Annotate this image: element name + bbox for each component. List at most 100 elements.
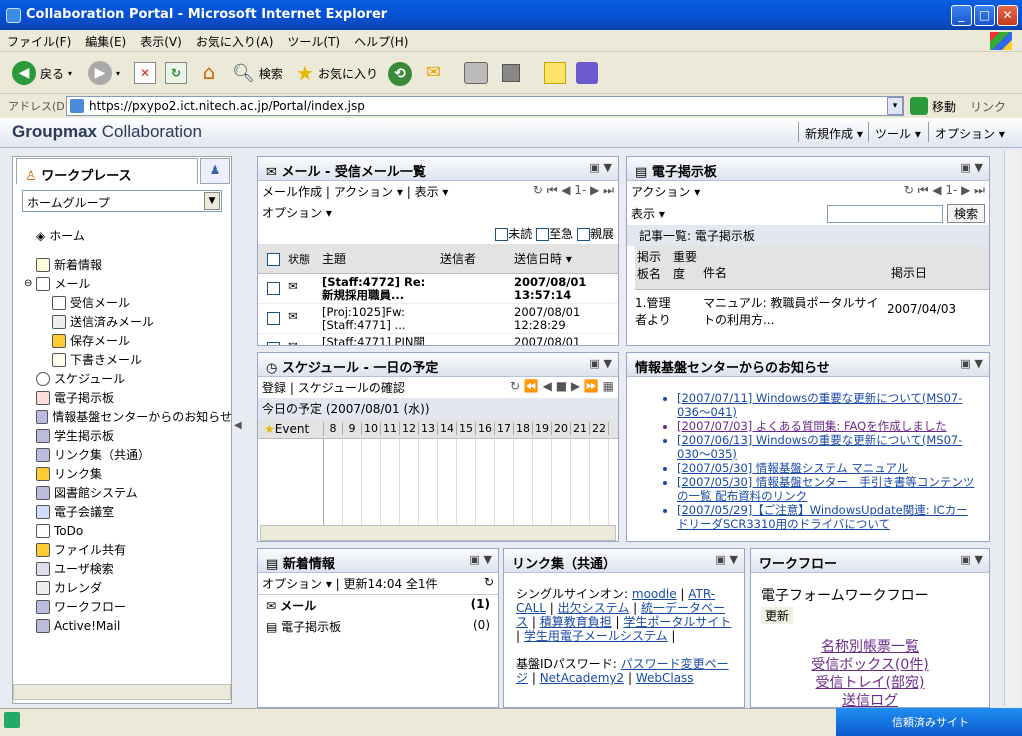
schedule-grid[interactable]: [258, 439, 618, 525]
tree-item-news[interactable]: 新着情報: [22, 255, 232, 274]
status-column[interactable]: 状態: [288, 251, 316, 267]
messenger-icon[interactable]: [576, 62, 598, 84]
mail-action-menu[interactable]: アクション ▾: [334, 185, 403, 199]
tree-item-workflow[interactable]: ワークフロー: [22, 597, 232, 616]
home-icon[interactable]: ⌂: [197, 60, 221, 84]
compose-mail-button[interactable]: メール作成: [262, 185, 322, 199]
list-item[interactable]: [2007/06/13] Windowsの重要な更新について(MS07-030～…: [677, 433, 975, 461]
panel-menu-icon[interactable]: ▣ ▼: [960, 553, 983, 566]
tree-item-saved[interactable]: 保存メール: [22, 331, 232, 350]
close-button[interactable]: ✕: [997, 5, 1018, 26]
panel-menu-icon[interactable]: ▣ ▼: [589, 161, 612, 174]
workflow-refresh-button[interactable]: 更新: [761, 607, 794, 624]
maximize-button[interactable]: □: [974, 5, 995, 26]
tree-item-home[interactable]: ◈ ホーム: [22, 226, 232, 245]
go-button[interactable]: 移動: [910, 96, 956, 116]
tree-item-calendar[interactable]: カレンダ: [22, 578, 232, 597]
mail-pager[interactable]: ↻ ⏮ ◀ 1- ▶ ⏭: [533, 183, 614, 198]
menu-edit[interactable]: 編集(E): [78, 30, 133, 50]
mail-options-menu[interactable]: オプション ▾: [262, 206, 332, 220]
list-item[interactable]: [2007/05/30] 情報基盤センター 手引き書等コンテンツの一覧 配布資料…: [677, 475, 975, 503]
group-select-arrow[interactable]: ▼: [204, 192, 220, 210]
row-checkbox[interactable]: [266, 282, 280, 295]
mail-subject[interactable]: [Proj:1025]Fw: [Staff:4771] ...: [316, 304, 436, 333]
tree-item-drafts[interactable]: 下書きメール: [22, 350, 232, 369]
edit-icon[interactable]: [502, 64, 520, 82]
list-item[interactable]: ✉ メール (1): [258, 594, 498, 616]
select-all-checkbox[interactable]: [266, 252, 280, 266]
tree-item-student-bbs[interactable]: 学生掲示板: [22, 426, 232, 445]
bbs-search-button[interactable]: 検索: [946, 204, 985, 223]
title-column[interactable]: 件名: [699, 246, 887, 289]
table-row[interactable]: ✉ [Staff:4772] Re: 新規採用職員... 2007/08/01 13…: [258, 274, 618, 304]
mail-icon[interactable]: ✉: [426, 62, 452, 84]
search-button[interactable]: 🔍︎ 検索: [232, 60, 283, 86]
schedule-check-button[interactable]: スケジュールの確認: [298, 381, 405, 395]
left-horizontal-scrollbar[interactable]: [13, 684, 231, 700]
link-student-mail[interactable]: 学生用電子メールシステム: [524, 629, 668, 643]
mail-subject[interactable]: [Staff:4772] Re: 新規採用職員...: [316, 274, 436, 303]
links-label[interactable]: リンク: [970, 98, 1006, 115]
row-checkbox[interactable]: [266, 342, 280, 345]
schedule-scrollbar[interactable]: [260, 525, 616, 541]
link-student-portal[interactable]: 学生ポータルサイト: [623, 615, 731, 629]
menu-file[interactable]: ファイル(F): [0, 30, 78, 50]
bbs-pager[interactable]: ↻ ⏮ ◀ 1- ▶ ⏭: [904, 183, 985, 198]
tree-item-user-search[interactable]: ユーザ検索: [22, 559, 232, 578]
table-row[interactable]: ✉ [Proj:1025]Fw: [Staff:4771] ... 2007/08/…: [258, 304, 618, 334]
urgent-checkbox[interactable]: [536, 228, 550, 241]
tree-item-meeting-room[interactable]: 電子会議室: [22, 502, 232, 521]
tree-item-inbox[interactable]: 受信メール: [22, 293, 232, 312]
importance-column[interactable]: 重要度: [671, 246, 699, 289]
board-column[interactable]: 掲示板名: [635, 246, 671, 289]
subject-column[interactable]: 主題: [316, 250, 436, 267]
minimize-button[interactable]: _: [951, 5, 972, 26]
link-attendance[interactable]: 出欠システム: [558, 601, 630, 615]
tree-item-links[interactable]: リンク集: [22, 464, 232, 483]
table-row[interactable]: ✉ [Staff:4771] PIN開発部門... 2007/08/01 12:15…: [258, 334, 618, 346]
confidential-checkbox[interactable]: [576, 228, 590, 241]
panel-menu-icon[interactable]: ▣ ▼: [469, 553, 492, 566]
link-webclass[interactable]: WebClass: [636, 671, 694, 685]
refresh-icon[interactable]: ↻: [165, 62, 187, 84]
tree-item-center-notice[interactable]: 情報基盤センターからのお知らせ: [22, 407, 232, 426]
tree-item-mail[interactable]: ⊖ メール: [22, 274, 232, 293]
register-button[interactable]: 登録: [262, 381, 286, 395]
tree-item-todo[interactable]: ToDo: [22, 521, 232, 540]
menu-view[interactable]: 表示(V): [133, 30, 189, 50]
mail-view-menu[interactable]: 表示 ▾: [415, 185, 449, 199]
bbs-action-menu[interactable]: アクション ▾: [631, 185, 700, 199]
stop-icon[interactable]: ✕: [134, 62, 156, 84]
schedule-nav[interactable]: ↻ ⏪ ◀ ■ ▶ ⏩ ▦: [510, 379, 614, 393]
posted-date-column[interactable]: 掲示日: [887, 246, 967, 289]
panel-menu-icon[interactable]: ▣ ▼: [715, 553, 738, 566]
tree-item-file-share[interactable]: ファイル共有: [22, 540, 232, 559]
table-row[interactable]: 1.管理者より マニュアル: 教職員ポータルサイトの利用方... 2007/04…: [635, 290, 989, 328]
group-select[interactable]: ホームグループ: [22, 190, 222, 212]
date-column[interactable]: 送信日時 ▾: [510, 250, 600, 267]
forward-button[interactable]: ▶ ▾: [88, 60, 120, 86]
notes-icon[interactable]: [544, 62, 566, 84]
link-netacademy[interactable]: NetAcademy2: [540, 671, 624, 685]
panel-menu-icon[interactable]: ▣ ▼: [960, 357, 983, 370]
tree-item-schedule[interactable]: スケジュール: [22, 369, 232, 388]
list-item[interactable]: [2007/07/03] よくある質問集: FAQを作成しました: [677, 419, 975, 433]
list-item[interactable]: ▤ 電子掲示板 (0): [258, 616, 498, 637]
link-send-log[interactable]: 送信ログ: [751, 692, 989, 707]
tree-item-links-common[interactable]: リンク集（共通）: [22, 445, 232, 464]
link-form-list[interactable]: 名称別帳票一覧: [751, 638, 989, 656]
link-inbox[interactable]: 受信ボックス(0件): [751, 656, 989, 674]
back-button[interactable]: ◀ 戻る ▾: [12, 60, 72, 86]
sender-column[interactable]: 送信者: [436, 250, 510, 267]
list-item[interactable]: [2007/05/29]【ご注意】WindowsUpdate関連: ICカードリ…: [677, 503, 975, 531]
address-input[interactable]: https://pxypo2.ict.nitech.ac.jp/Portal/i…: [66, 96, 904, 116]
favorites-button[interactable]: ★ お気に入り: [296, 60, 378, 86]
tree-item-bbs[interactable]: 電子掲示板: [22, 388, 232, 407]
panel-menu-icon[interactable]: ▣ ▼: [589, 357, 612, 370]
news-option-menu[interactable]: オプション ▾: [262, 577, 332, 591]
print-icon[interactable]: [464, 62, 488, 84]
mail-subject[interactable]: [Staff:4771] PIN開発部門...: [316, 334, 436, 346]
tree-item-sent[interactable]: 送信済みメール: [22, 312, 232, 331]
page-vertical-scrollbar[interactable]: [1004, 150, 1020, 706]
bbs-search-input[interactable]: [826, 204, 943, 223]
